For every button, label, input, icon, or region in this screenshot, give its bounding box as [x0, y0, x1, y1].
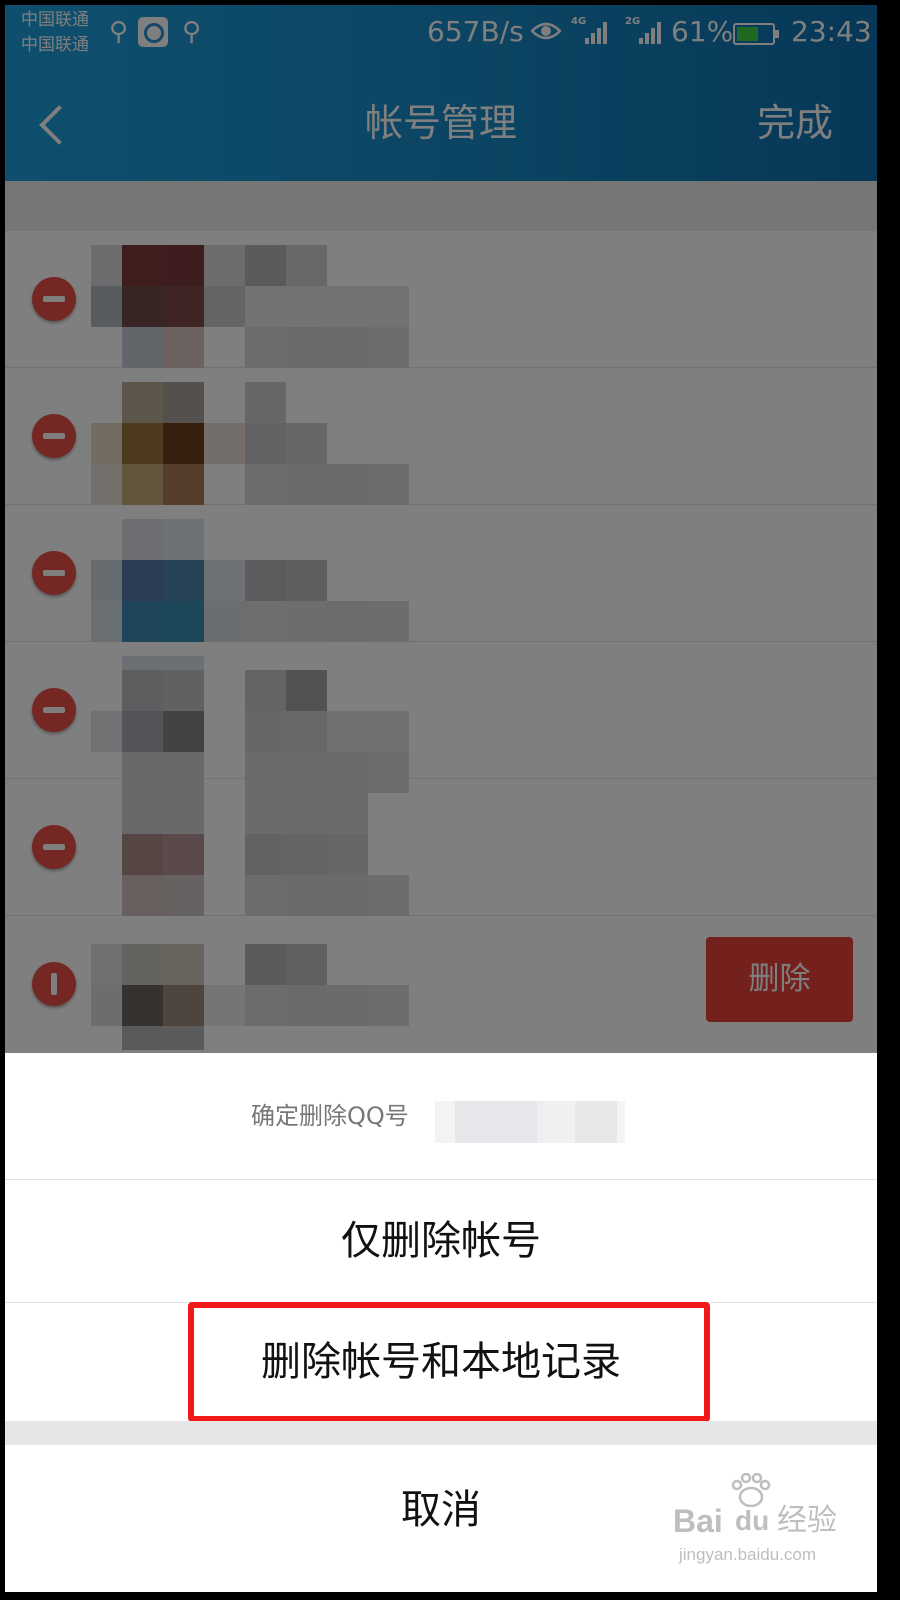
modal-dim-overlay[interactable] — [5, 5, 877, 1053]
baidu-logo-text: Bai — [673, 1503, 723, 1539]
delete-action-sheet: 确定删除QQ号 仅删除帐号 删除帐号和本地记录 取消 Bai du 经验 jin… — [5, 1053, 877, 1592]
confirm-delete-text: 确定删除QQ号 — [251, 1102, 409, 1130]
sheet-gap — [5, 1421, 877, 1445]
paw-icon — [731, 1473, 771, 1507]
baidu-jingyan-watermark: Bai du 经验 jingyan.baidu.com — [673, 1473, 873, 1583]
jingyan-brand-text: 经验 — [777, 1504, 837, 1537]
phone-screen: 中国联通 中国联通 ⚲ ⚲ 657B/s 4G 2G — [5, 5, 877, 1592]
delete-account-only-option[interactable]: 仅删除帐号 — [5, 1180, 877, 1302]
baidu-logo-paw-text: du — [735, 1505, 770, 1536]
blurred-qq-number — [435, 1101, 625, 1143]
highlight-annotation-box — [188, 1302, 710, 1422]
jingyan-url-text: jingyan.baidu.com — [679, 1545, 817, 1564]
